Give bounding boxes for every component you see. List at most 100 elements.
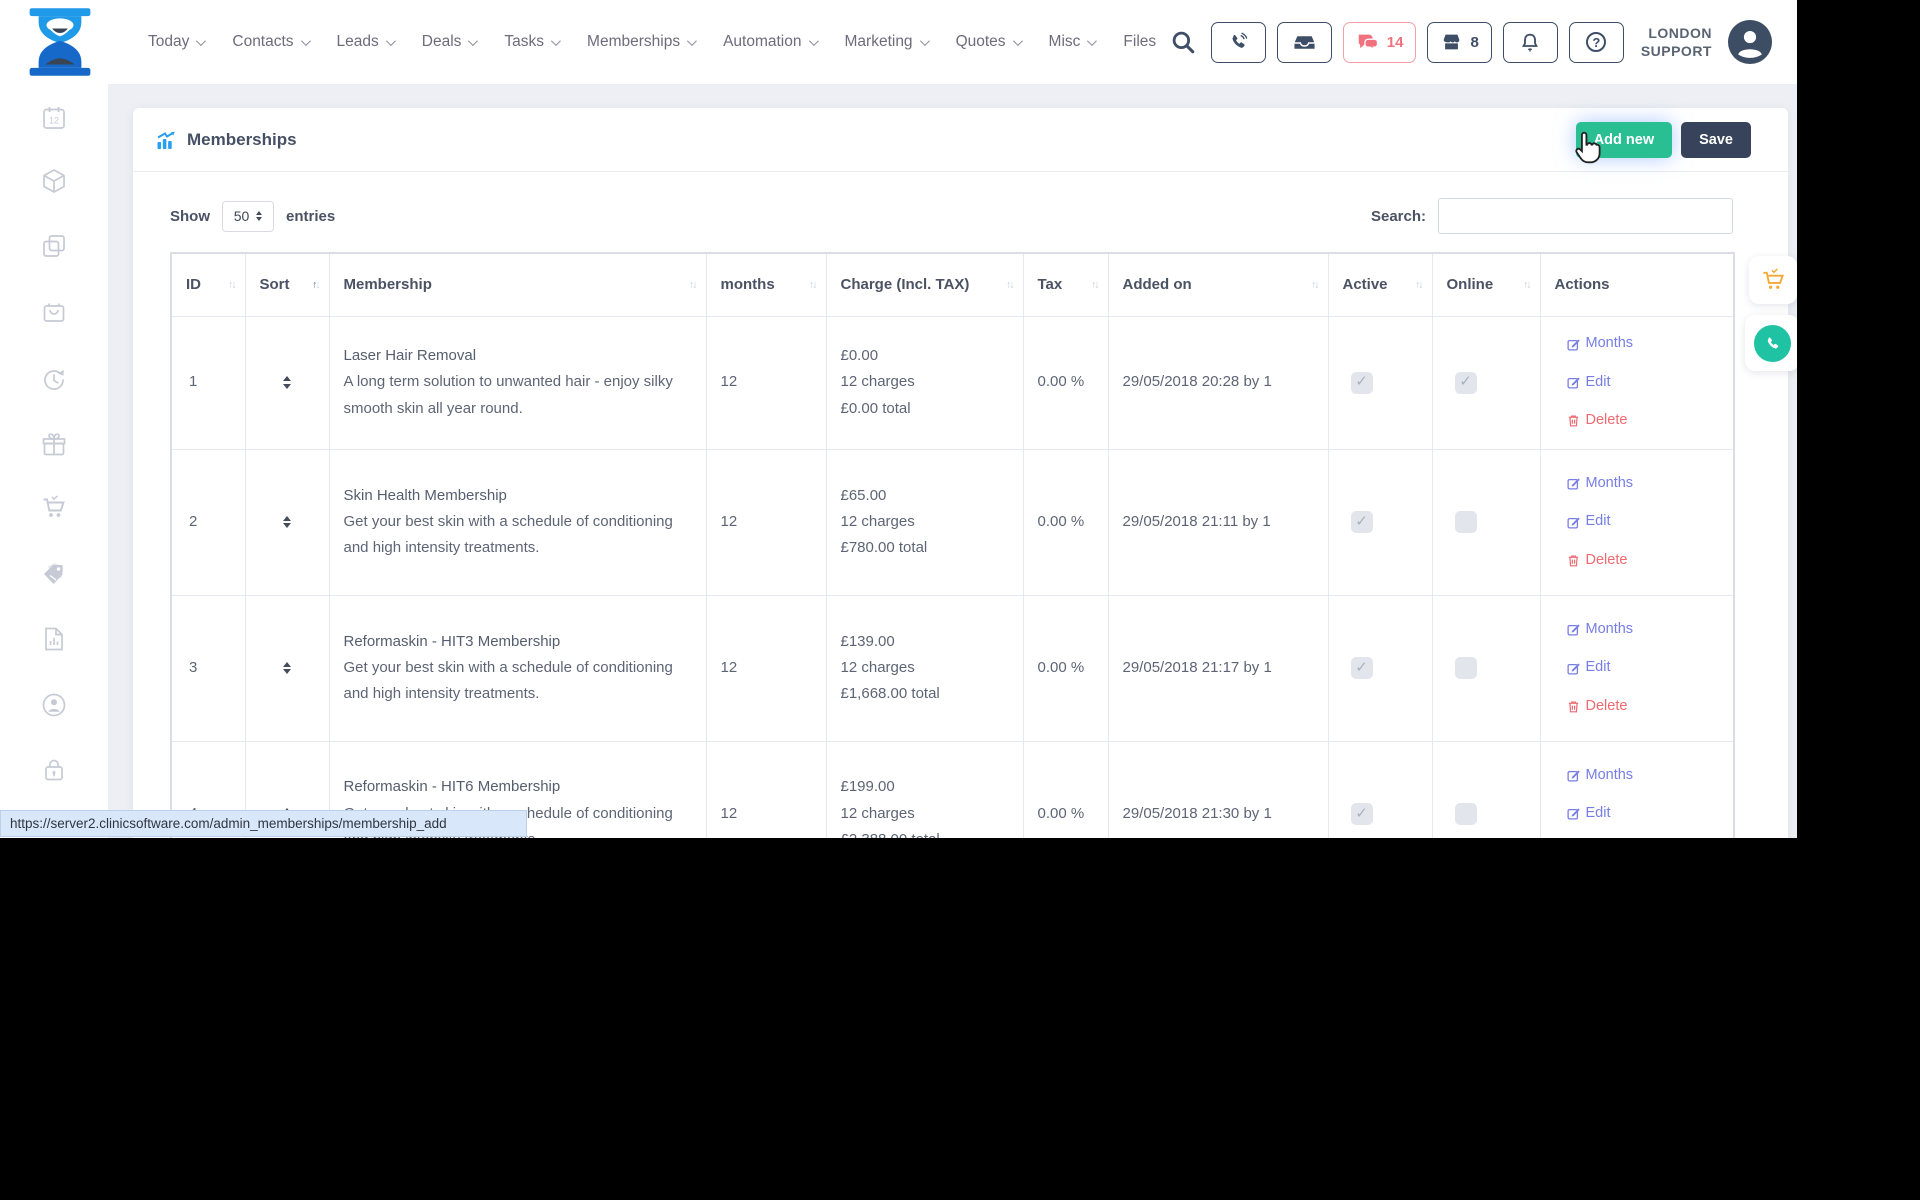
sidebar-cart-icon[interactable] bbox=[40, 494, 68, 522]
sidebar-gift-icon[interactable] bbox=[40, 431, 68, 459]
membership-description: Get your best skin with a schedule of co… bbox=[344, 655, 692, 708]
col-header-actions: Actions bbox=[1540, 253, 1734, 316]
phone-icon bbox=[1227, 31, 1249, 53]
edit-icon bbox=[1567, 516, 1580, 529]
active-checkbox[interactable] bbox=[1351, 657, 1373, 679]
clinicsoftware-logo[interactable] bbox=[24, 6, 96, 78]
cell-months: 12 bbox=[706, 316, 826, 449]
notifications-button[interactable] bbox=[1503, 22, 1558, 63]
cell-added-on: 29/05/2018 21:30 by 1 bbox=[1108, 741, 1328, 838]
nav-today[interactable]: Today bbox=[148, 33, 203, 51]
cell-active bbox=[1328, 595, 1432, 741]
add-new-button[interactable]: Add new bbox=[1576, 122, 1672, 158]
chevron-down-icon bbox=[808, 36, 818, 46]
sidebar-report-icon[interactable] bbox=[40, 625, 68, 653]
col-header-charge[interactable]: Charge (Incl. TAX)↑↓ bbox=[826, 253, 1023, 316]
cell-charge: £199.00 12 charges £2,388.00 total bbox=[826, 741, 1023, 838]
col-header-added-on[interactable]: Added on↑↓ bbox=[1108, 253, 1328, 316]
edit-link[interactable]: Edit bbox=[1567, 801, 1720, 826]
delete-link[interactable]: Delete bbox=[1567, 548, 1720, 573]
online-checkbox[interactable] bbox=[1455, 803, 1477, 825]
edit-link[interactable]: Edit bbox=[1567, 370, 1720, 395]
delete-link[interactable]: Delete bbox=[1567, 408, 1720, 433]
cell-online bbox=[1432, 449, 1540, 595]
sort-icon: ↑↓ bbox=[809, 279, 816, 291]
store-button[interactable]: 8 bbox=[1427, 22, 1491, 63]
floating-cart-button[interactable] bbox=[1749, 256, 1797, 304]
drag-handle-icon[interactable] bbox=[260, 516, 315, 529]
nav-deals[interactable]: Deals bbox=[422, 33, 476, 51]
chevron-down-icon bbox=[920, 36, 930, 46]
nav-marketing[interactable]: Marketing bbox=[845, 33, 927, 51]
page-size-select[interactable]: 50 bbox=[222, 201, 274, 232]
months-link[interactable]: Months bbox=[1567, 331, 1720, 356]
nav-tasks[interactable]: Tasks bbox=[504, 33, 558, 51]
col-header-id[interactable]: ID↑↓ bbox=[171, 253, 245, 316]
store-icon bbox=[1440, 31, 1463, 53]
save-button[interactable]: Save bbox=[1681, 122, 1751, 158]
nav-memberships[interactable]: Memberships bbox=[587, 33, 694, 51]
sidebar-calendar-icon[interactable]: 12 bbox=[40, 104, 68, 132]
edit-link[interactable]: Edit bbox=[1567, 509, 1720, 534]
nav-misc[interactable]: Misc bbox=[1049, 33, 1095, 51]
link-preview-url: https://server2.clinicsoftware.com/admin… bbox=[10, 816, 447, 831]
online-checkbox[interactable] bbox=[1455, 372, 1477, 394]
edit-icon bbox=[1567, 338, 1580, 351]
inbox-button[interactable] bbox=[1277, 22, 1332, 63]
sort-icon: ↑↓ bbox=[1091, 279, 1098, 291]
sidebar-lock-icon[interactable] bbox=[40, 756, 68, 784]
sidebar-user-icon[interactable] bbox=[40, 691, 68, 719]
nav-quotes[interactable]: Quotes bbox=[956, 33, 1020, 51]
search-input[interactable] bbox=[1438, 198, 1733, 234]
cell-added-on: 29/05/2018 21:11 by 1 bbox=[1108, 449, 1328, 595]
sort-icon: ↑↓ bbox=[689, 279, 696, 291]
membership-description: Get your best skin with a schedule of co… bbox=[344, 509, 692, 562]
chevron-down-icon bbox=[1087, 36, 1097, 46]
online-checkbox[interactable] bbox=[1455, 511, 1477, 533]
months-link[interactable]: Months bbox=[1567, 763, 1720, 788]
col-header-online[interactable]: Online↑↓ bbox=[1432, 253, 1540, 316]
phone-button[interactable] bbox=[1211, 22, 1266, 63]
trash-icon bbox=[1567, 700, 1580, 713]
cell-added-on: 29/05/2018 20:28 by 1 bbox=[1108, 316, 1328, 449]
entries-label: entries bbox=[286, 208, 335, 225]
left-icon-sidebar: 12 bbox=[0, 84, 108, 838]
col-header-membership[interactable]: Membership↑↓ bbox=[329, 253, 706, 316]
chevron-down-icon bbox=[687, 36, 697, 46]
sidebar-copy-icon[interactable] bbox=[40, 232, 68, 260]
delete-link[interactable]: Delete bbox=[1567, 694, 1720, 719]
page-title: Memberships bbox=[187, 130, 297, 150]
user-avatar[interactable] bbox=[1727, 19, 1773, 65]
cell-online bbox=[1432, 741, 1540, 838]
active-checkbox[interactable] bbox=[1351, 372, 1373, 394]
cell-id: 1 bbox=[171, 316, 245, 449]
col-header-months[interactable]: months↑↓ bbox=[706, 253, 826, 316]
sidebar-bag-icon[interactable] bbox=[40, 298, 68, 326]
nav-automation[interactable]: Automation bbox=[723, 33, 815, 51]
col-header-sort[interactable]: Sort↑↓ bbox=[245, 253, 329, 316]
cell-charge: £0.00 12 charges £0.00 total bbox=[826, 316, 1023, 449]
nav-contacts[interactable]: Contacts bbox=[232, 33, 307, 51]
cell-id: 2 bbox=[171, 449, 245, 595]
drag-handle-icon[interactable] bbox=[260, 376, 315, 389]
search-icon[interactable] bbox=[1170, 29, 1196, 55]
help-button[interactable] bbox=[1569, 22, 1624, 63]
sidebar-history-icon[interactable] bbox=[40, 366, 68, 394]
nav-leads[interactable]: Leads bbox=[337, 33, 393, 51]
active-checkbox[interactable] bbox=[1351, 511, 1373, 533]
months-link[interactable]: Months bbox=[1567, 471, 1720, 496]
nav-files[interactable]: Files bbox=[1123, 33, 1156, 51]
sort-icon: ↑↓ bbox=[1415, 279, 1422, 291]
membership-name: Skin Health Membership bbox=[344, 483, 692, 509]
chat-button[interactable]: 14 bbox=[1343, 22, 1417, 63]
floating-phone-button[interactable] bbox=[1745, 315, 1797, 371]
drag-handle-icon[interactable] bbox=[260, 662, 315, 675]
active-checkbox[interactable] bbox=[1351, 803, 1373, 825]
col-header-active[interactable]: Active↑↓ bbox=[1328, 253, 1432, 316]
sidebar-tags-icon[interactable] bbox=[40, 560, 68, 588]
online-checkbox[interactable] bbox=[1455, 657, 1477, 679]
edit-link[interactable]: Edit bbox=[1567, 655, 1720, 680]
sidebar-cube-icon[interactable] bbox=[40, 167, 68, 195]
col-header-tax[interactable]: Tax↑↓ bbox=[1023, 253, 1108, 316]
months-link[interactable]: Months bbox=[1567, 617, 1720, 642]
